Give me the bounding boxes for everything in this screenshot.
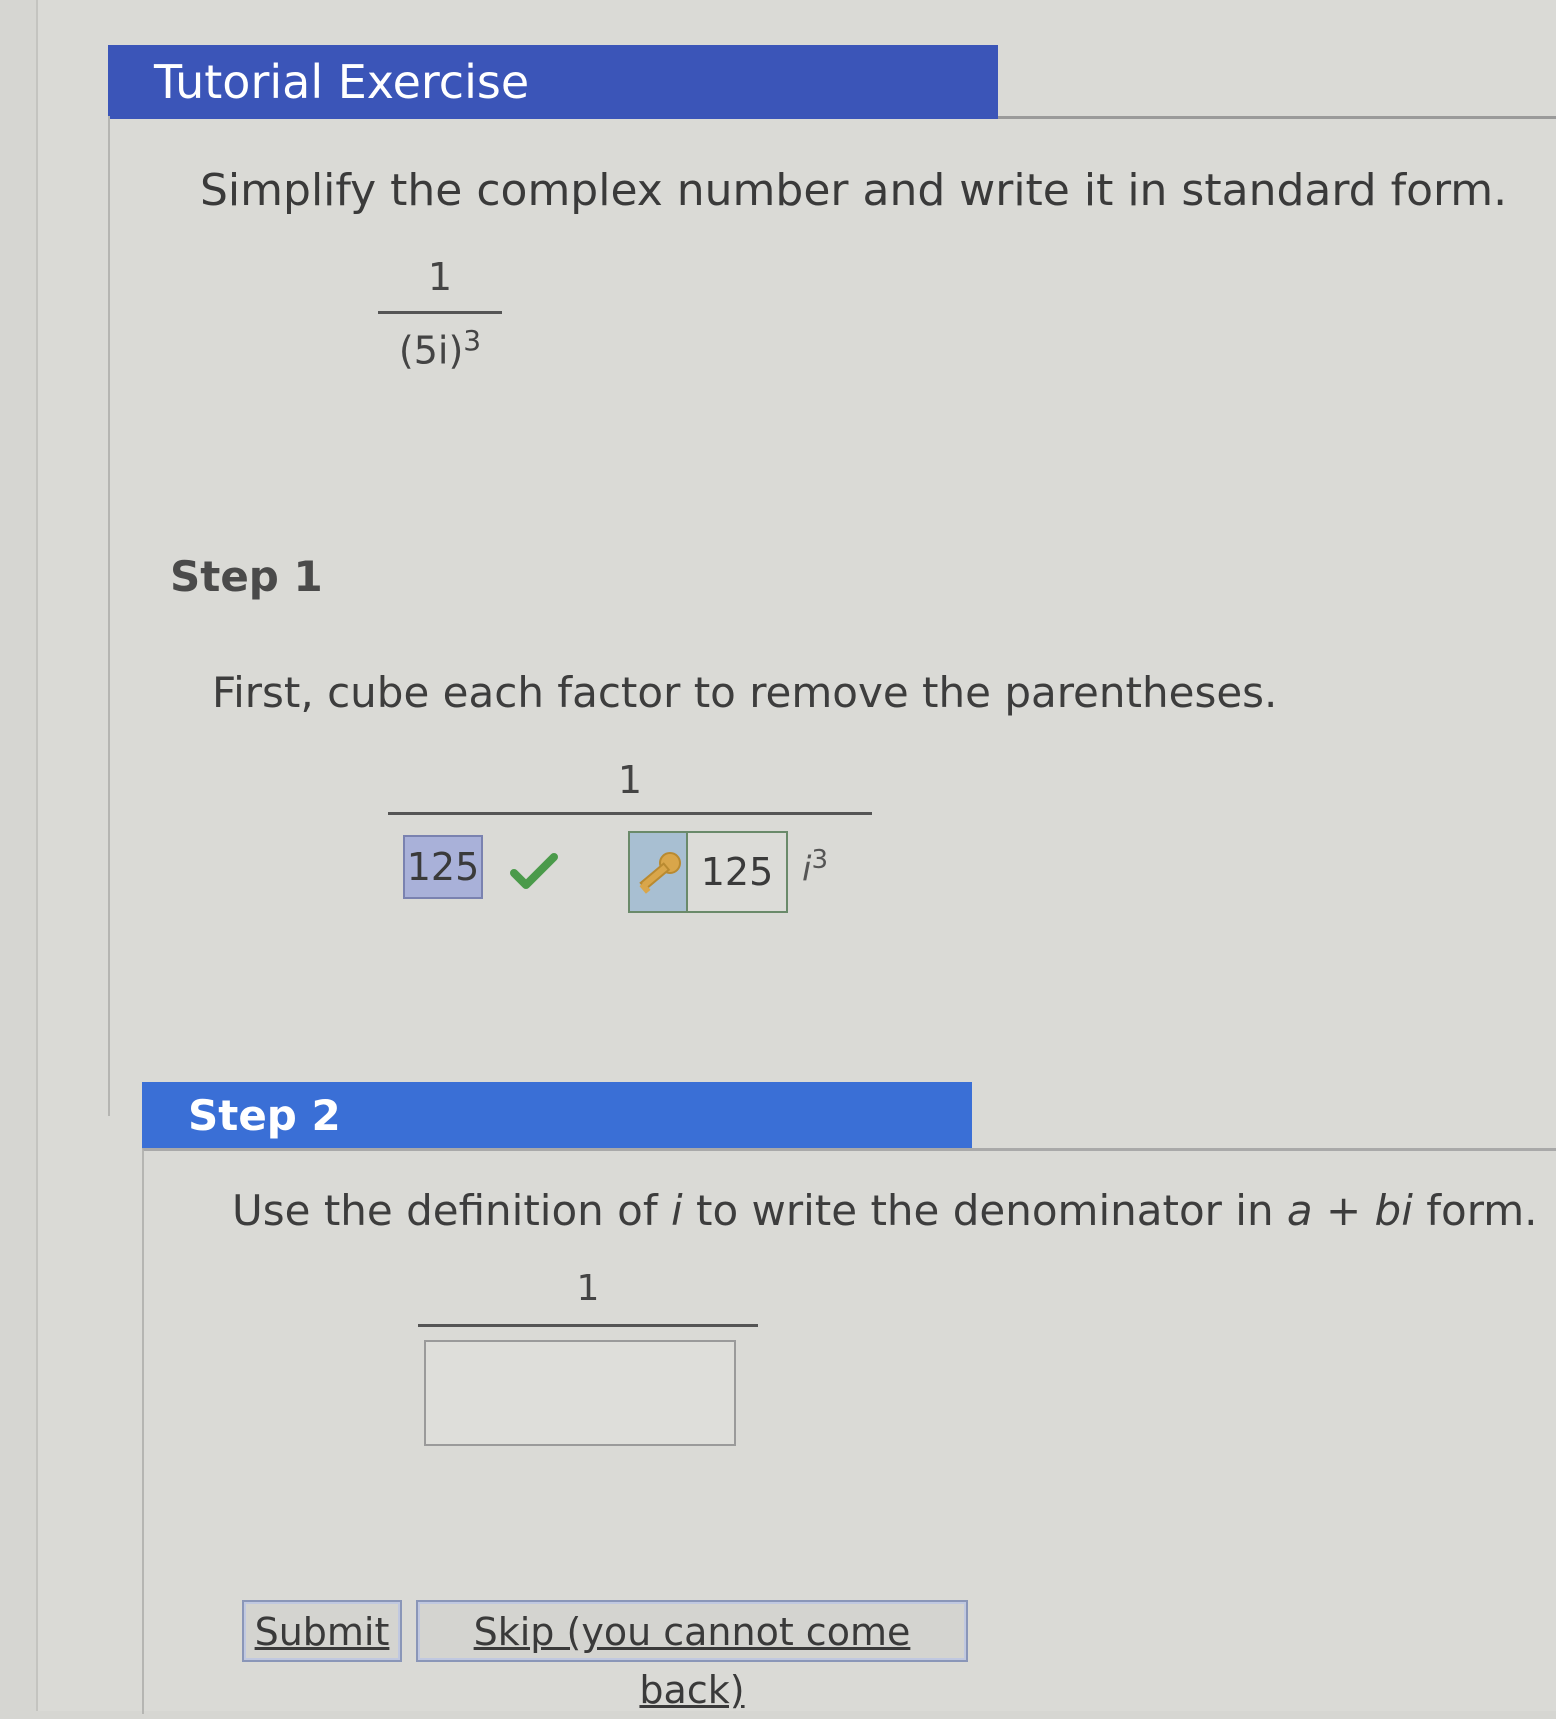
check-icon [510,853,558,889]
problem-denominator: (5i)3 [378,324,502,373]
problem-prompt: Simplify the complex number and write it… [200,165,1508,216]
problem-numerator: 1 [427,255,453,299]
step2-instruction-form: a + bi [1286,1186,1413,1235]
i-cubed: i3 [802,845,828,889]
step1-fraction: 1 125 125 i3 [388,758,872,915]
step2-instruction-pre: Use the definition of [232,1186,671,1235]
step2-answer-input[interactable] [424,1340,736,1446]
step1-answer-key[interactable]: 125 [686,831,788,913]
i-exponent: 3 [811,845,828,875]
denominator-exponent: 3 [463,324,482,357]
key-icon [639,852,681,894]
problem-fraction: 1 (5i)3 [378,255,502,373]
step2-instruction-post: form. [1412,1186,1538,1235]
step2-numerator: 1 [576,1268,600,1309]
fraction-bar [418,1324,758,1327]
submit-button[interactable]: Submit [242,1600,402,1662]
step2-heading: Step 2 [142,1082,972,1150]
step1-answer-correct[interactable]: 125 [403,835,483,899]
page-title: Tutorial Exercise [108,45,998,119]
step2-instruction-i: i [670,1186,683,1235]
step2-fraction: 1 [418,1268,758,1327]
exercise-panel [108,116,1556,1116]
step2-instruction: Use the definition of i to write the den… [232,1186,1538,1235]
denominator-base: (5i) [398,328,464,373]
step1-denominator: 125 125 i3 [388,815,872,915]
answer-key-button[interactable] [628,831,688,913]
fraction-bar [378,311,502,314]
skip-button[interactable]: Skip (you cannot come back) [416,1600,968,1712]
step1-instruction: First, cube each factor to remove the pa… [212,668,1278,717]
step1-numerator: 1 [617,758,643,802]
step2-instruction-mid: to write the denominator in [682,1186,1287,1235]
step1-heading: Step 1 [170,552,323,601]
